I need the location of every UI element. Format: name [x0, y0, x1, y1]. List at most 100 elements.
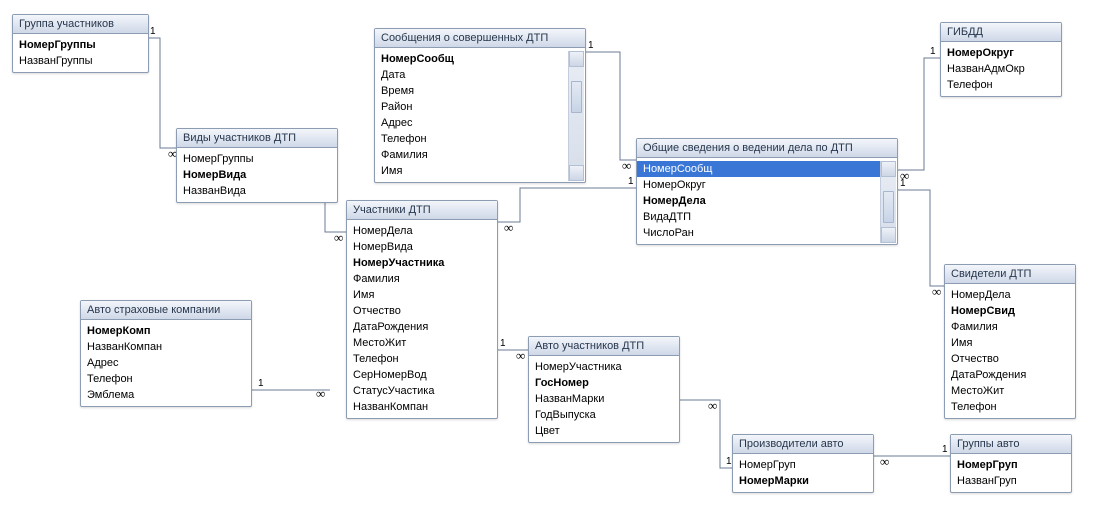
field[interactable]: Телефон [945, 399, 1075, 415]
field[interactable]: НомерСообщ [637, 161, 881, 177]
field-list: НомерУчастникаГосНомерНазванМаркиГодВыпу… [529, 356, 679, 442]
field[interactable]: НомерУчастника [347, 255, 497, 271]
field-list: НомерГруппыНазванГруппы [13, 34, 148, 72]
field[interactable]: НомерДела [637, 193, 881, 209]
field-list: НомерДелаНомерСвидФамилияИмяОтчествоДата… [945, 284, 1075, 418]
field[interactable]: НомерВида [347, 239, 497, 255]
field[interactable]: НомерУчастника [529, 359, 679, 375]
field[interactable]: НомерГруп [733, 457, 873, 473]
entity-title[interactable]: Общие сведения о ведении дела по ДТП [637, 139, 897, 158]
entity-title[interactable]: Группа участников [13, 15, 148, 34]
field[interactable]: НазванАдмОкр [941, 61, 1061, 77]
field[interactable]: Отчество [945, 351, 1075, 367]
field[interactable]: НазванМарки [529, 391, 679, 407]
field[interactable]: НомерКомп [81, 323, 251, 339]
field[interactable]: ДатаРождения [347, 319, 497, 335]
entity-witnesses[interactable]: Свидетели ДТПНомерДелаНомерСвидФамилияИм… [944, 264, 1076, 419]
field[interactable]: Фамилия [375, 147, 569, 163]
svg-text:1: 1 [258, 378, 264, 389]
scroll-thumb[interactable] [883, 191, 894, 223]
entity-makers[interactable]: Производители автоНомерГрупНомерМарки [732, 434, 874, 493]
svg-text:1: 1 [930, 46, 936, 57]
entity-general[interactable]: Общие сведения о ведении дела по ДТП Номе… [636, 138, 898, 245]
field[interactable]: НомерОкруг [941, 45, 1061, 61]
field[interactable]: НазванКомпан [81, 339, 251, 355]
field[interactable]: НазванВида [177, 183, 337, 199]
entity-title[interactable]: Авто участников ДТП [529, 337, 679, 356]
field[interactable]: НомерГруп [951, 457, 1071, 473]
field[interactable]: Имя [375, 163, 569, 179]
entity-types[interactable]: Виды участников ДТПНомерГруппыНомерВидаН… [176, 128, 338, 203]
entity-title[interactable]: Свидетели ДТП [945, 265, 1075, 284]
scroll-thumb[interactable] [571, 81, 582, 113]
field[interactable]: НомерОкруг [637, 177, 881, 193]
field[interactable]: НомерГруппы [13, 37, 148, 53]
scrollbar[interactable] [568, 51, 584, 181]
entity-participants[interactable]: Участники ДТПНомерДелаНомерВидаНомерУчас… [346, 200, 498, 419]
entity-title[interactable]: Участники ДТП [347, 201, 497, 220]
field[interactable]: НомерСообщ [375, 51, 569, 67]
field[interactable]: СтатусУчастика [347, 383, 497, 399]
field[interactable]: ЧислоРан [637, 225, 881, 241]
field[interactable]: Телефон [375, 131, 569, 147]
svg-text:∞: ∞ [932, 284, 941, 299]
field[interactable]: Имя [347, 287, 497, 303]
field[interactable]: МестоЖит [347, 335, 497, 351]
entity-title[interactable]: Производители авто [733, 435, 873, 454]
field[interactable]: Эмблема [81, 387, 251, 403]
field-list: НомерОкругНазванАдмОкрТелефон [941, 42, 1061, 96]
field[interactable]: НомерМарки [733, 473, 873, 489]
field[interactable]: Телефон [81, 371, 251, 387]
entity-title[interactable]: Виды участников ДТП [177, 129, 337, 148]
field[interactable]: СерНомерВод [347, 367, 497, 383]
field[interactable]: Телефон [941, 77, 1061, 93]
entity-insurance[interactable]: Авто страховые компанииНомерКомпНазванКо… [80, 300, 252, 407]
field[interactable]: Имя [945, 335, 1075, 351]
entity-messages[interactable]: Сообщения о совершенных ДТП НомерСообщДат… [374, 28, 586, 183]
field[interactable]: НазванГруппы [13, 53, 148, 69]
field-list: НомерДелаНомерВидаНомерУчастникаФамилияИ… [347, 220, 497, 418]
field[interactable]: Фамилия [945, 319, 1075, 335]
field-list: НомерГруппыНомерВидаНазванВида [177, 148, 337, 202]
field[interactable]: НазванКомпан [347, 399, 497, 415]
svg-text:∞: ∞ [316, 386, 325, 401]
field[interactable]: Адрес [375, 115, 569, 131]
field-list: НомерГрупНомерМарки [733, 454, 873, 492]
svg-text:∞: ∞ [504, 220, 513, 235]
entity-autos[interactable]: Авто участников ДТПНомерУчастникаГосНоме… [528, 336, 680, 443]
field-list: НомерГрупНазванГруп [951, 454, 1071, 492]
field[interactable]: НомерСвид [945, 303, 1075, 319]
entity-title[interactable]: Сообщения о совершенных ДТП [375, 29, 585, 48]
field[interactable]: НазванГруп [951, 473, 1071, 489]
field[interactable]: МестоЖит [945, 383, 1075, 399]
entity-title[interactable]: Авто страховые компании [81, 301, 251, 320]
entity-autogroups[interactable]: Группы автоНомерГрупНазванГруп [950, 434, 1072, 493]
field[interactable]: НомерГруппы [177, 151, 337, 167]
entity-gibdd[interactable]: ГИБДДНомерОкругНазванАдмОкрТелефон [940, 22, 1062, 97]
field[interactable]: ГодВыпуска [529, 407, 679, 423]
entity-title[interactable]: ГИБДД [941, 23, 1061, 42]
field[interactable]: ВидаДТП [637, 209, 881, 225]
field[interactable]: Адрес [81, 355, 251, 371]
svg-text:∞: ∞ [622, 158, 631, 173]
field-list: НомерКомпНазванКомпанАдресТелефонЭмблема [81, 320, 251, 406]
scrollbar[interactable] [880, 161, 896, 243]
field[interactable]: Цвет [529, 423, 679, 439]
field[interactable]: Телефон [347, 351, 497, 367]
field[interactable]: НомерДела [945, 287, 1075, 303]
field[interactable]: ДатаРождения [945, 367, 1075, 383]
field[interactable]: Дата [375, 67, 569, 83]
field[interactable]: Фамилия [347, 271, 497, 287]
field[interactable]: НомерВида [177, 167, 337, 183]
svg-text:1: 1 [150, 26, 156, 37]
field[interactable]: НомерДела [347, 223, 497, 239]
field[interactable]: Отчество [347, 303, 497, 319]
field[interactable]: Район [375, 99, 569, 115]
field[interactable]: ГосНомер [529, 375, 679, 391]
field[interactable]: Время [375, 83, 569, 99]
entity-title[interactable]: Группы авто [951, 435, 1071, 454]
svg-text:1: 1 [942, 444, 948, 455]
entity-groups[interactable]: Группа участниковНомерГруппыНазванГруппы [12, 14, 149, 73]
svg-text:1: 1 [588, 40, 594, 51]
svg-text:1: 1 [500, 338, 506, 349]
